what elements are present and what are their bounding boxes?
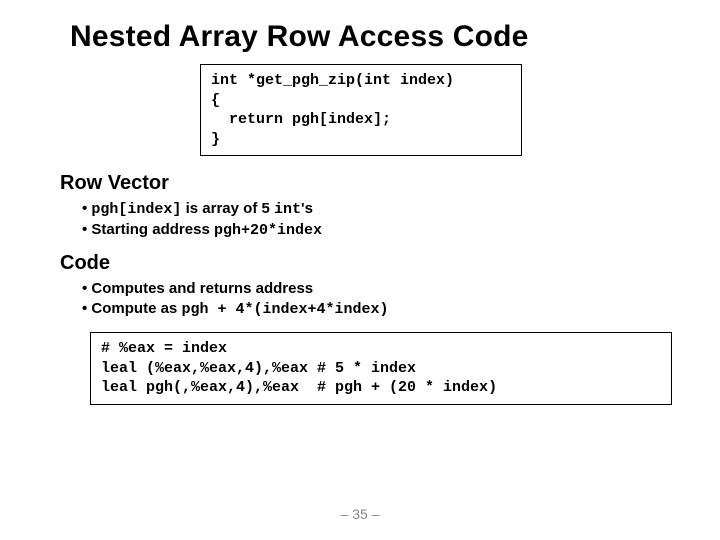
code-block-assembly: # %eax = index leal (%eax,%eax,4),%eax #… (90, 332, 672, 405)
text-span: Compute as (91, 300, 181, 317)
list-item: pgh[index] is array of 5 int's (82, 199, 680, 220)
page-title: Nested Array Row Access Code (70, 20, 680, 54)
section-heading-code: Code (60, 252, 680, 275)
code-span: pgh[index] (91, 201, 181, 218)
list-item: Starting address pgh+20*index (82, 220, 680, 241)
code-block-function: int *get_pgh_zip(int index) { return pgh… (200, 64, 522, 156)
code-span: pgh + 4*(index+4*index) (181, 301, 388, 318)
code-span: int (274, 201, 301, 218)
list-item: Computes and returns address (82, 279, 680, 299)
list-item: Compute as pgh + 4*(index+4*index) (82, 299, 680, 320)
code-span: pgh+20*index (214, 222, 322, 239)
text-span: Starting address (91, 221, 214, 238)
slide: Nested Array Row Access Code int *get_pg… (0, 0, 720, 540)
section-heading-row-vector: Row Vector (60, 172, 680, 195)
text-span: is array of 5 (181, 200, 274, 217)
row-vector-list: pgh[index] is array of 5 int's Starting … (82, 199, 680, 242)
text-span: 's (301, 200, 313, 217)
code-list: Computes and returns address Compute as … (82, 279, 680, 321)
page-number: – 35 – (0, 506, 720, 522)
